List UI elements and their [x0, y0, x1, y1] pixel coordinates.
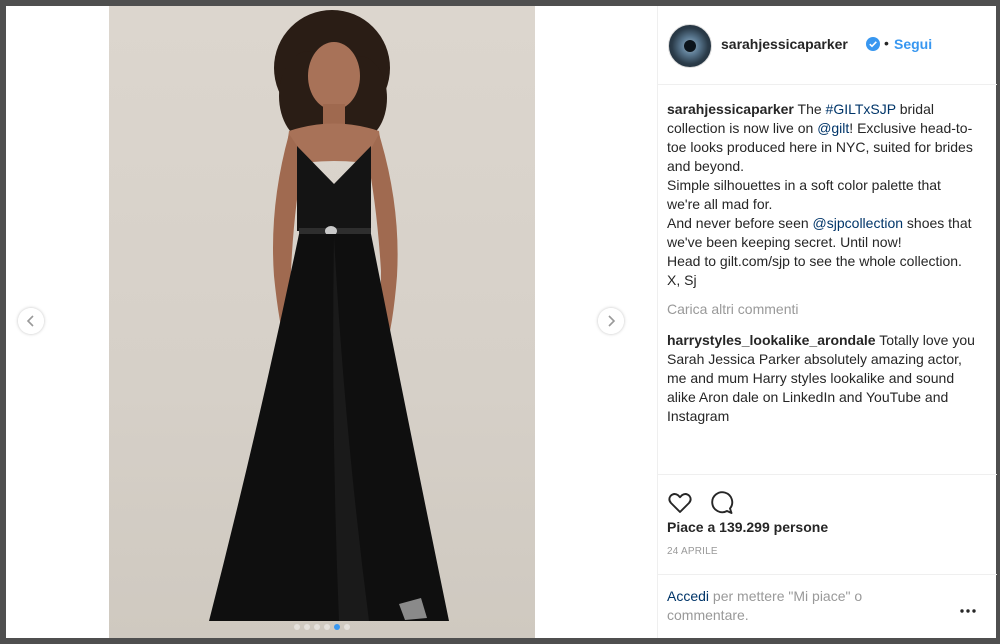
follow-button[interactable]: Segui [894, 36, 932, 52]
more-options-icon[interactable] [958, 605, 978, 617]
carousel-dot [314, 624, 320, 630]
caption-text: And never before seen [667, 215, 813, 231]
comments-list[interactable]: sarahjessicaparker The #GILTxSJP bridal … [658, 86, 997, 475]
login-prompt-text: Accedi per mettere "Mi piace" o commenta… [667, 587, 917, 625]
carousel-dot [304, 624, 310, 630]
login-link[interactable]: Accedi [667, 588, 709, 604]
carousel-dot [344, 624, 350, 630]
previous-slide-button[interactable] [18, 308, 44, 334]
carousel-indicator [109, 624, 535, 630]
carousel-dot-active [334, 624, 340, 630]
verified-badge-icon [866, 37, 880, 51]
post-header: sarahjessicaparker • Segui [658, 6, 997, 85]
load-more-comments[interactable]: Carica altri commenti [667, 300, 977, 319]
author-username[interactable]: sarahjessicaparker [721, 36, 848, 52]
caption-username[interactable]: sarahjessicaparker [667, 101, 794, 117]
post-modal: sarahjessicaparker • Segui sarahjessicap… [6, 6, 997, 638]
post-media[interactable] [6, 6, 656, 638]
caption-text: Head to gilt.com/sjp to see the whole co… [667, 253, 962, 269]
caption-text: Simple silhouettes in a soft color palet… [667, 177, 941, 212]
post-date[interactable]: 24 APRILE [667, 546, 718, 557]
carousel-dot [294, 624, 300, 630]
comment-username[interactable]: harrystyles_lookalike_arondale [667, 332, 876, 348]
avatar[interactable] [668, 24, 712, 68]
comment-item: harrystyles_lookalike_arondale Totally l… [667, 331, 977, 426]
mention-link[interactable]: @sjpcollection [813, 215, 903, 231]
post-photo [109, 6, 535, 638]
next-slide-button[interactable] [598, 308, 624, 334]
chevron-left-icon [26, 315, 34, 327]
comment-icon[interactable] [709, 490, 735, 516]
likes-count[interactable]: Piace a 139.299 persone [667, 519, 828, 535]
dress-model-illustration [209, 10, 449, 621]
caption-text: X, Sj [667, 272, 697, 288]
caption-comment: sarahjessicaparker The #GILTxSJP bridal … [667, 100, 977, 290]
caption-text: The [793, 101, 826, 117]
post-sidebar: sarahjessicaparker • Segui sarahjessicap… [657, 6, 997, 638]
chevron-right-icon [608, 315, 616, 327]
heart-icon[interactable] [667, 490, 693, 516]
login-prompt: Accedi per mettere "Mi piace" o commenta… [658, 574, 997, 639]
action-bar [658, 482, 997, 522]
header-separator: • [884, 35, 889, 51]
carousel-dot [324, 624, 330, 630]
mention-link[interactable]: @gilt [817, 120, 849, 136]
hashtag-link[interactable]: #GILTxSJP [826, 101, 896, 117]
